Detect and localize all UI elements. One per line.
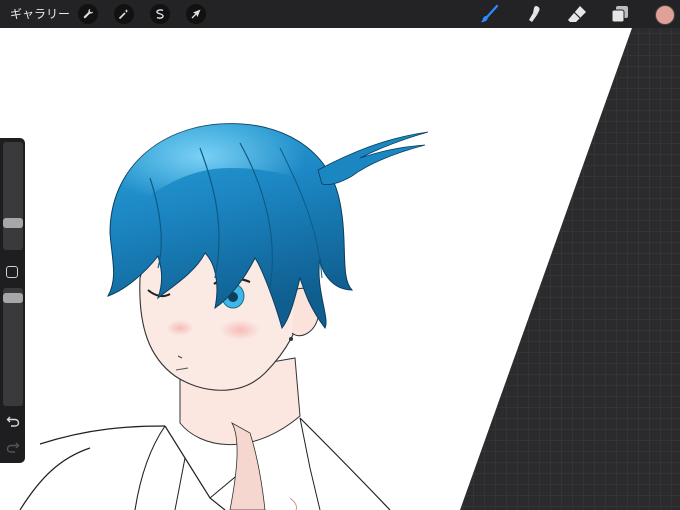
opacity-thumb[interactable] bbox=[3, 293, 23, 303]
layers-button[interactable] bbox=[609, 3, 631, 25]
smudge-tool-button[interactable] bbox=[523, 3, 545, 25]
selection-button[interactable] bbox=[150, 4, 170, 24]
brush-size-thumb[interactable] bbox=[3, 218, 23, 228]
eraser-tool-button[interactable] bbox=[566, 3, 588, 25]
brush-icon bbox=[480, 4, 499, 23]
smudge-icon bbox=[529, 6, 540, 22]
actions-button[interactable] bbox=[78, 4, 98, 24]
adjustments-button[interactable] bbox=[114, 4, 134, 24]
transform-button[interactable] bbox=[186, 4, 206, 24]
drawing-canvas[interactable] bbox=[0, 28, 680, 510]
eraser-icon bbox=[568, 6, 586, 22]
magic-wand-icon bbox=[118, 9, 129, 20]
opacity-slider[interactable] bbox=[3, 288, 23, 406]
brush-tool-button[interactable] bbox=[478, 3, 500, 25]
wrench-icon bbox=[83, 9, 93, 19]
arrow-cursor-icon bbox=[191, 9, 201, 19]
modify-button[interactable] bbox=[6, 266, 18, 278]
gallery-button[interactable]: ギャラリー bbox=[10, 0, 70, 28]
selection-s-icon bbox=[156, 9, 164, 19]
layers-icon bbox=[611, 6, 628, 23]
left-sidebar bbox=[0, 138, 25, 463]
undo-icon[interactable] bbox=[6, 414, 20, 428]
color-swatch-button[interactable] bbox=[655, 5, 675, 25]
top-toolbar: ギャラリー bbox=[0, 0, 680, 28]
brush-size-slider[interactable] bbox=[3, 142, 23, 250]
redo-icon[interactable] bbox=[6, 440, 20, 454]
canvas-artwork bbox=[0, 28, 632, 510]
